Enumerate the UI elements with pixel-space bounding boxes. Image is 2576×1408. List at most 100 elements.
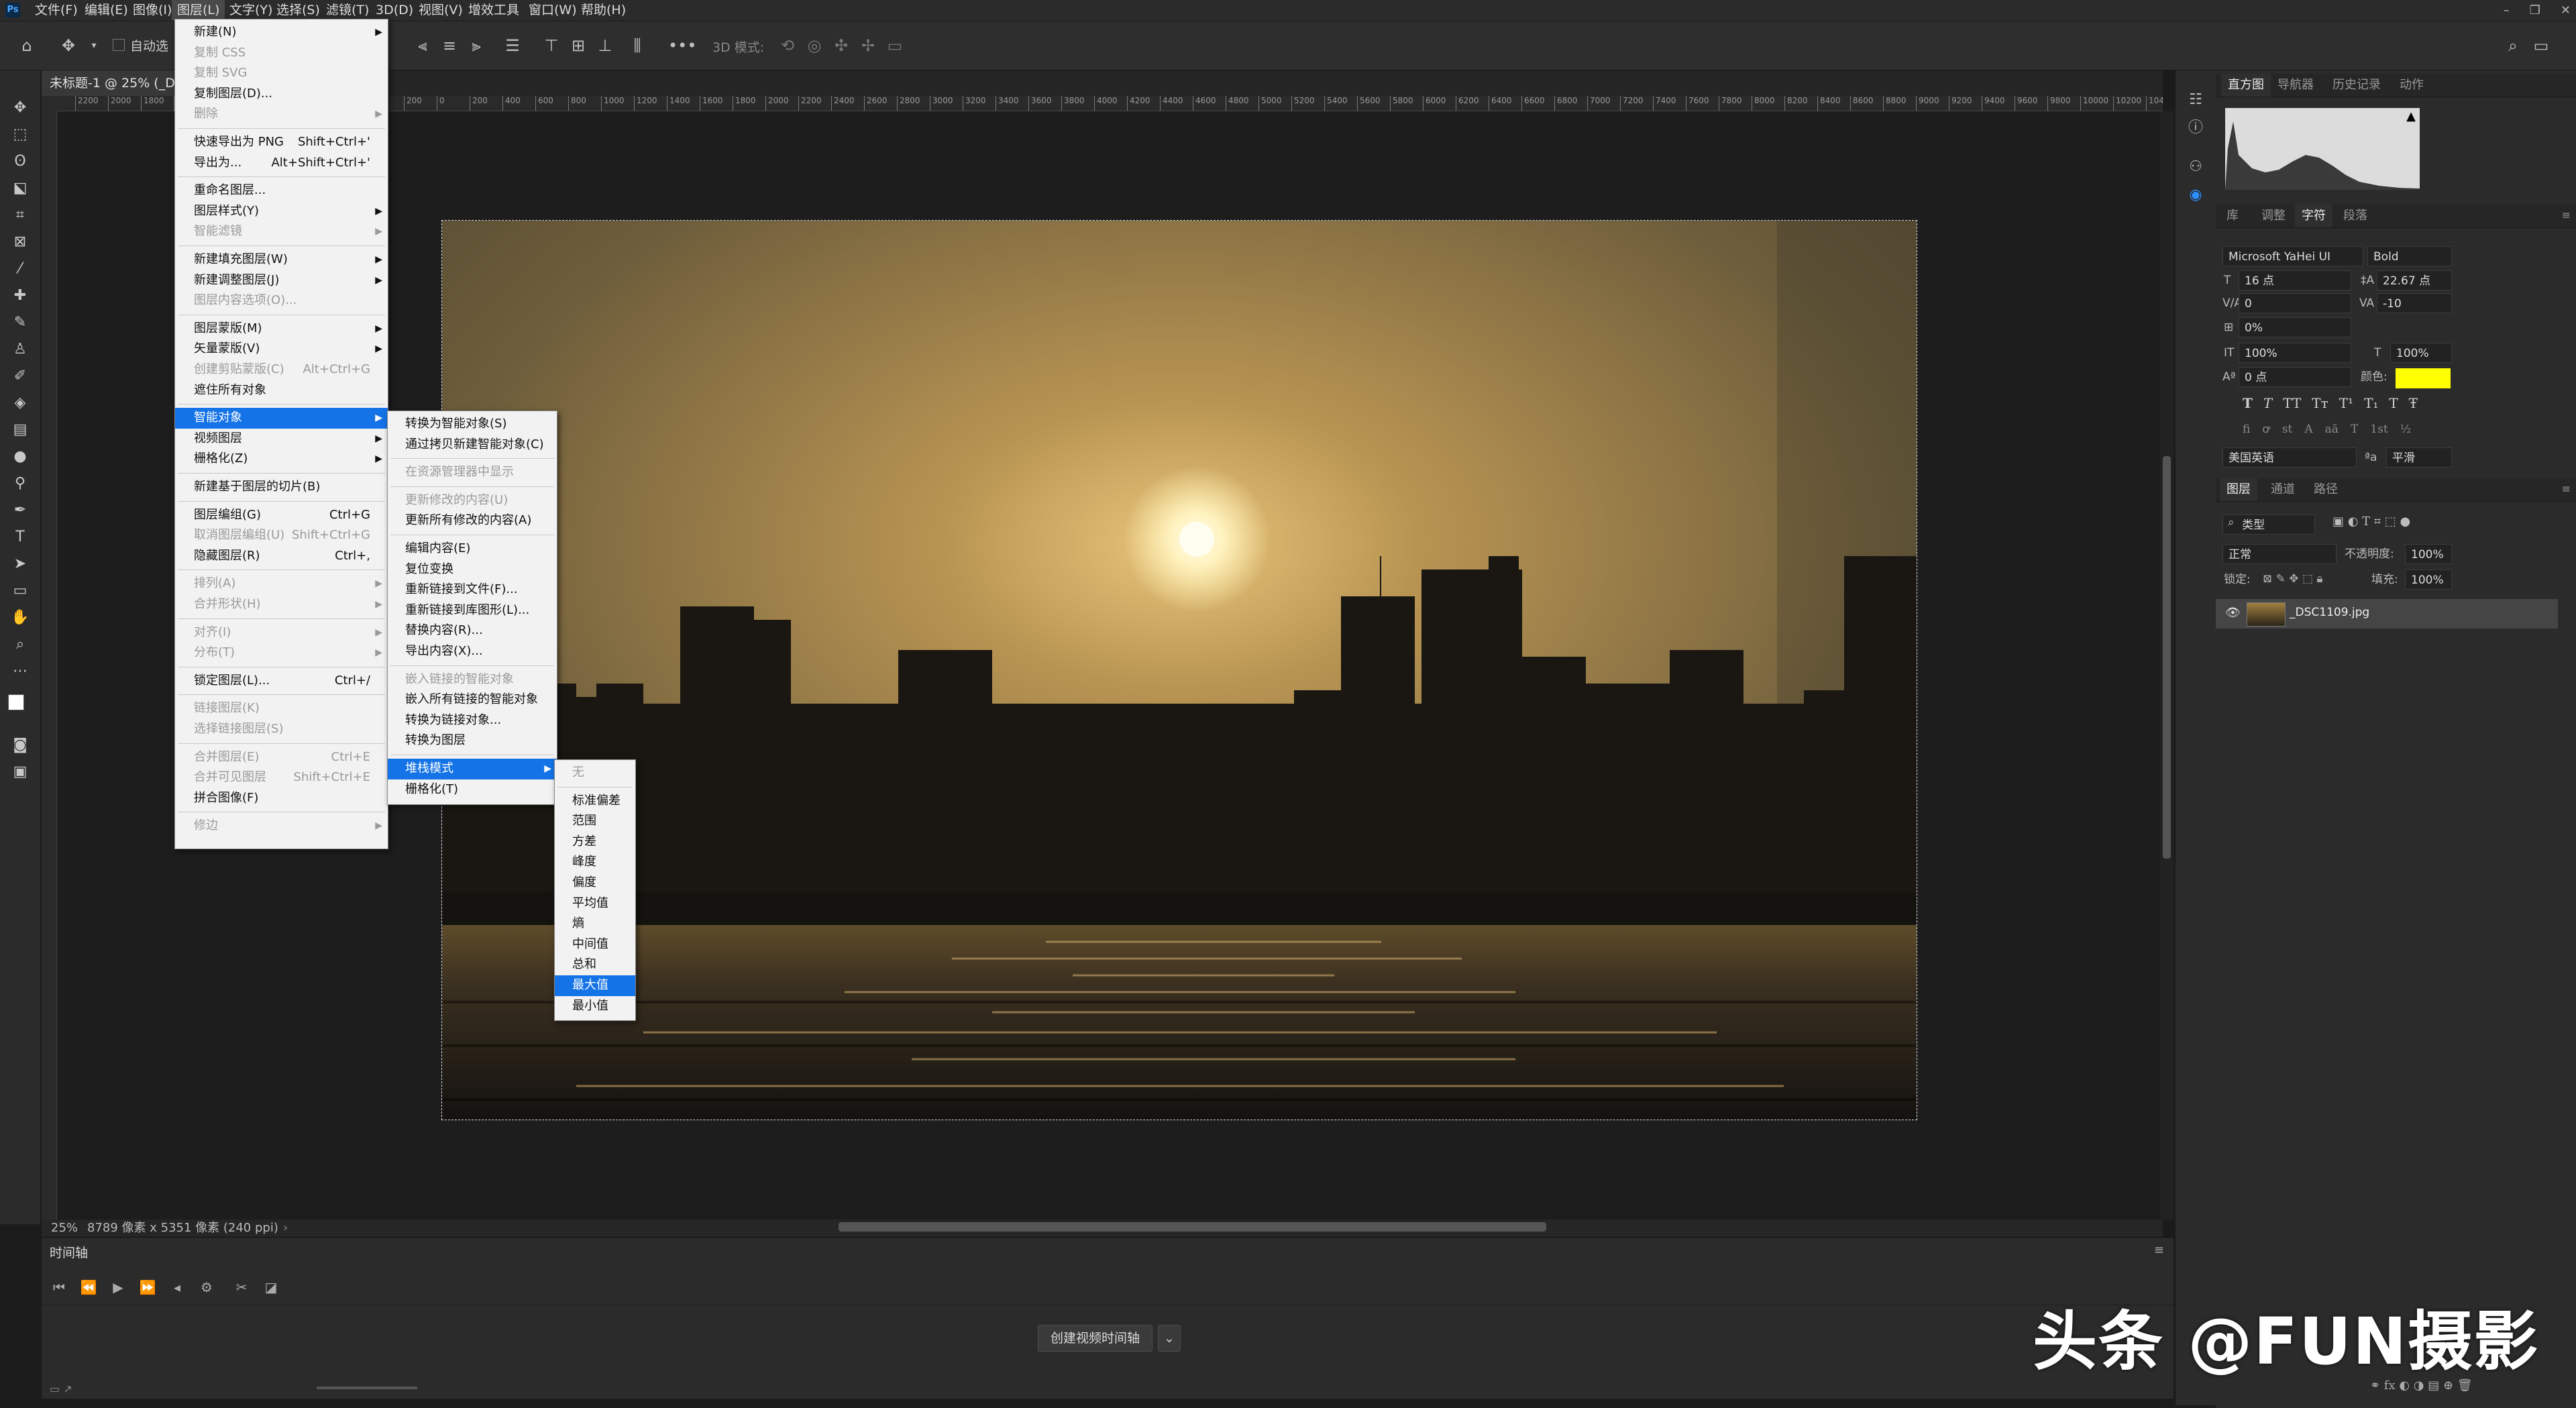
menu-item[interactable]: 矢量蒙版(V) ▶ bbox=[175, 339, 388, 360]
tsume-field[interactable]: 0% bbox=[2239, 317, 2351, 337]
type-style-button[interactable]: T bbox=[2243, 395, 2253, 411]
opacity-field[interactable]: 100% bbox=[2405, 544, 2452, 564]
type-style-button[interactable]: Ŧ bbox=[2409, 395, 2418, 411]
document-image[interactable] bbox=[441, 220, 1917, 1120]
align-center-icon[interactable]: ≡ bbox=[439, 35, 460, 56]
timeline-zoom-slider[interactable] bbox=[317, 1387, 417, 1389]
menu-item[interactable]: 重新链接到库图形(L)... bbox=[388, 600, 557, 621]
menu-9[interactable]: 增效工具 bbox=[463, 0, 525, 21]
opentype-button[interactable]: ꝍ bbox=[2262, 423, 2269, 436]
menu-11[interactable]: 帮助(H) bbox=[576, 0, 631, 21]
text-color-swatch[interactable] bbox=[2396, 368, 2451, 388]
menu-item[interactable]: 复制图层(D)... bbox=[175, 84, 388, 105]
menu-item[interactable]: 最小值 bbox=[555, 996, 635, 1017]
foreground-color-swatch[interactable] bbox=[8, 694, 24, 710]
menu-item[interactable]: 修边 ▶ bbox=[175, 816, 388, 836]
orbit-3d-icon[interactable]: ⟲ bbox=[777, 35, 798, 56]
panel-menu-icon[interactable]: ≡ bbox=[2562, 209, 2571, 221]
menu-3[interactable]: 图层(L) bbox=[172, 0, 225, 21]
menu-item[interactable]: 栅格化(Z) ▶ bbox=[175, 449, 388, 470]
clone-stamp-tool-icon[interactable]: ♙ bbox=[9, 339, 31, 360]
document-size-info[interactable]: 8789 像素 x 5351 像素 (240 ppi) bbox=[87, 1220, 278, 1237]
menu-item[interactable]: 更新修改的内容(U) bbox=[388, 490, 557, 511]
healing-brush-tool-icon[interactable]: ✚ bbox=[9, 285, 31, 307]
menu-item[interactable]: 重命名图层... bbox=[175, 180, 388, 201]
opentype-button[interactable]: T bbox=[2351, 423, 2358, 436]
type-tool-icon[interactable]: T bbox=[9, 527, 31, 548]
chevron-down-icon[interactable]: ▾ bbox=[83, 35, 105, 56]
blur-tool-icon[interactable]: ● bbox=[9, 446, 31, 468]
tab-libraries[interactable]: 库 bbox=[2220, 205, 2245, 227]
tab-actions[interactable]: 动作 bbox=[2393, 74, 2430, 97]
screen-mode-icon[interactable]: ▣ bbox=[9, 761, 31, 783]
menu-item[interactable]: 熵 bbox=[555, 914, 635, 934]
tab-layers[interactable]: 图层 bbox=[2220, 478, 2257, 501]
menu-item[interactable]: 合并形状(H) ▶ bbox=[175, 594, 388, 615]
opentype-button[interactable]: aā bbox=[2325, 423, 2339, 436]
menu-item[interactable]: 在资源管理器中显示 bbox=[388, 462, 557, 483]
menu-item[interactable]: 智能对象 ▶ bbox=[175, 408, 388, 429]
menu-item[interactable]: 复制 CSS bbox=[175, 43, 388, 64]
menu-item[interactable]: 新建填充图层(W) ▶ bbox=[175, 250, 388, 270]
more-options-icon[interactable]: ••• bbox=[668, 35, 696, 56]
home-icon[interactable]: ⌂ bbox=[16, 35, 38, 56]
marquee-tool-icon[interactable]: ⬚ bbox=[9, 124, 31, 146]
lasso-tool-icon[interactable]: ʘ bbox=[9, 151, 31, 172]
menu-8[interactable]: 视图(V) bbox=[413, 0, 468, 21]
align-middle-icon[interactable]: ⊞ bbox=[568, 35, 589, 56]
menu-item[interactable]: 导出内容(X)... bbox=[388, 641, 557, 662]
horizontal-scale-field[interactable]: 100% bbox=[2390, 343, 2452, 363]
play-icon[interactable]: ▶ bbox=[109, 1278, 127, 1297]
menu-item[interactable]: 转换为图层 bbox=[388, 730, 557, 751]
fill-field[interactable]: 100% bbox=[2405, 570, 2452, 590]
settings-icon[interactable]: ⚙ bbox=[197, 1278, 216, 1297]
path-select-tool-icon[interactable]: ➤ bbox=[9, 553, 31, 575]
menu-item[interactable]: 范围 bbox=[555, 811, 635, 832]
properties-icon[interactable]: ☷ bbox=[2185, 89, 2206, 111]
type-style-button[interactable]: T¹ bbox=[2339, 395, 2353, 411]
layer-filter-select[interactable]: 类型 bbox=[2222, 515, 2315, 535]
roll-3d-icon[interactable]: ◎ bbox=[804, 35, 825, 56]
menu-item[interactable]: 快速导出为 PNG Shift+Ctrl+' bbox=[175, 132, 388, 153]
layer-comps-icon[interactable]: ⚇ bbox=[2185, 156, 2206, 178]
opentype-button[interactable]: st bbox=[2282, 423, 2293, 436]
menu-0[interactable]: 文件(F) bbox=[30, 0, 83, 21]
history-brush-tool-icon[interactable]: ✐ bbox=[9, 366, 31, 387]
move-tool-icon[interactable]: ✥ bbox=[9, 97, 31, 119]
info-icon[interactable]: ⓘ bbox=[2185, 117, 2206, 139]
menu-item[interactable]: 峰度 bbox=[555, 852, 635, 873]
menu-item[interactable]: 图层编组(G) Ctrl+G bbox=[175, 505, 388, 526]
close-button[interactable]: ✕ bbox=[2561, 3, 2571, 17]
layer-filter-icons[interactable]: ▣ ◐ T ⌗ ⬚ ● bbox=[2332, 515, 2410, 529]
align-top-icon[interactable]: ⊤ bbox=[541, 35, 562, 56]
menu-item[interactable]: 重新链接到文件(F)... bbox=[388, 580, 557, 600]
auto-select-checkbox[interactable] bbox=[113, 39, 125, 51]
tab-history[interactable]: 历史记录 bbox=[2326, 74, 2387, 97]
align-right-icon[interactable]: ⫸ bbox=[466, 35, 487, 56]
menu-item[interactable]: 创建剪贴蒙版(C) Alt+Ctrl+G bbox=[175, 360, 388, 380]
tab-navigator[interactable]: 导航器 bbox=[2271, 74, 2320, 97]
menu-5[interactable]: 选择(S) bbox=[271, 0, 325, 21]
next-frame-icon[interactable]: ⏩ bbox=[138, 1278, 157, 1297]
tab-paragraph[interactable]: 段落 bbox=[2337, 205, 2374, 227]
tab-channels[interactable]: 通道 bbox=[2264, 478, 2302, 501]
antialias-select[interactable]: 平滑 bbox=[2386, 447, 2452, 468]
menu-item[interactable]: 图层样式(Y) ▶ bbox=[175, 201, 388, 222]
warning-icon[interactable]: ▲ bbox=[2406, 109, 2416, 123]
panel-menu-icon[interactable]: ≡ bbox=[2562, 482, 2571, 495]
frame-tool-icon[interactable]: ⊠ bbox=[9, 231, 31, 253]
menu-7[interactable]: 3D(D) bbox=[370, 0, 419, 21]
minimize-button[interactable]: – bbox=[2504, 3, 2510, 17]
menu-item[interactable]: 方差 bbox=[555, 832, 635, 853]
blend-mode-select[interactable]: 正常 bbox=[2222, 544, 2337, 564]
menu-10[interactable]: 窗口(W) bbox=[523, 0, 582, 21]
workspace-icon[interactable]: ▭ bbox=[2530, 35, 2552, 56]
menu-item[interactable]: 排列(A) ▶ bbox=[175, 574, 388, 594]
distribute-icon[interactable]: ☰ bbox=[502, 35, 523, 56]
opentype-button[interactable]: 1st bbox=[2370, 423, 2387, 436]
leading-field[interactable]: 22.67 点 bbox=[2377, 270, 2452, 290]
horizontal-scroll-thumb[interactable] bbox=[839, 1222, 1546, 1232]
menu-item[interactable]: 取消图层编组(U) Shift+Ctrl+G bbox=[175, 525, 388, 546]
menu-item[interactable]: 复位变换 bbox=[388, 559, 557, 580]
eraser-tool-icon[interactable]: ◈ bbox=[9, 392, 31, 414]
